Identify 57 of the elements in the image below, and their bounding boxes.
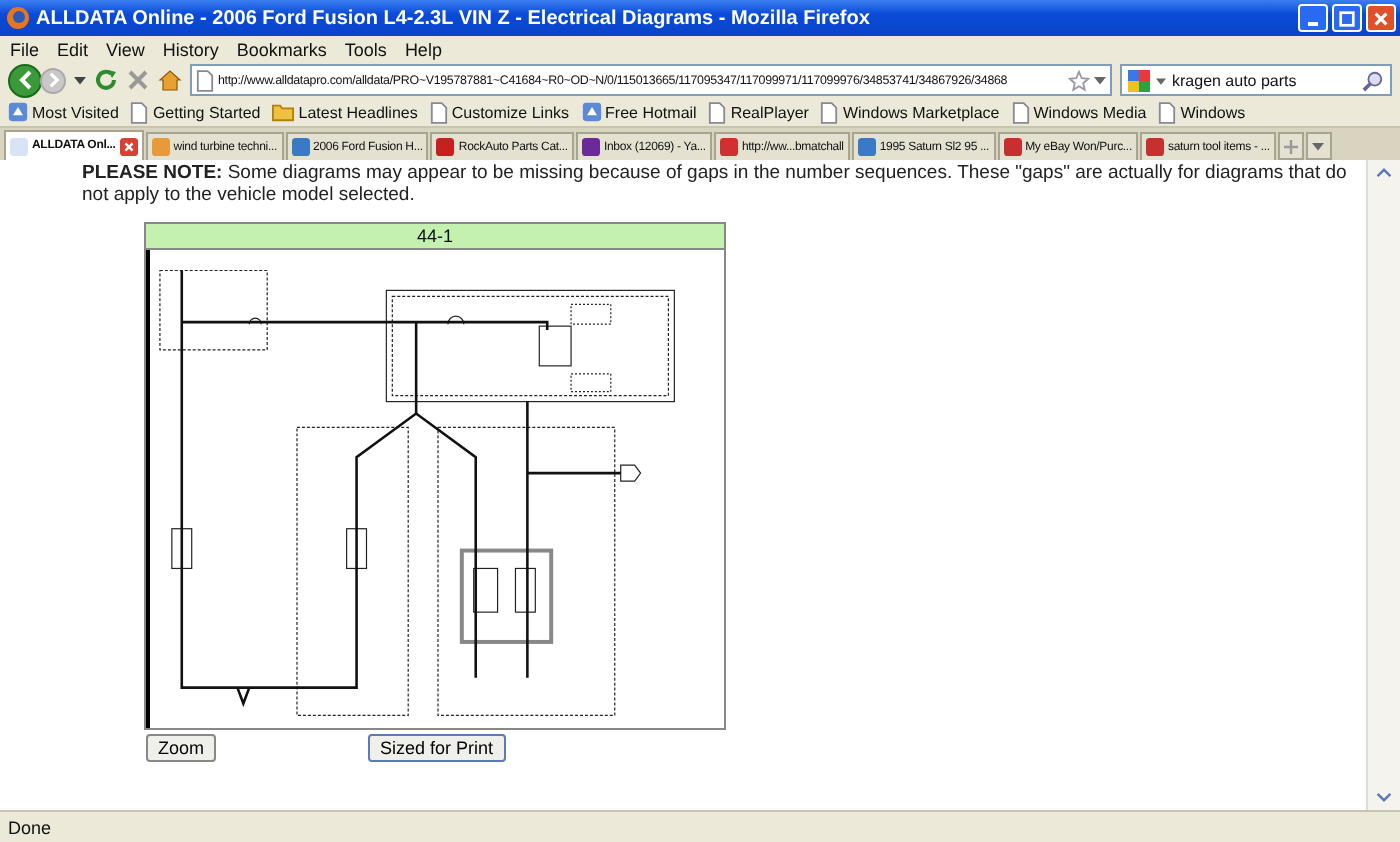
page-icon: [820, 101, 839, 123]
close-icon: [1372, 9, 1390, 27]
page-icon: [1158, 101, 1177, 123]
close-button[interactable]: [1366, 4, 1396, 32]
bookmark-link[interactable]: Customize Links: [451, 103, 570, 121]
scroll-down-icon[interactable]: [1376, 792, 1392, 802]
star-icon[interactable]: [1068, 69, 1090, 91]
window-title: ALLDATA Online - 2006 Ford Fusion L4-2.3L VIN Z - Electrical Diagrams - Mozilla Firefox: [36, 7, 872, 29]
menu-item[interactable]: Help: [404, 39, 442, 59]
home-icon[interactable]: [158, 68, 182, 92]
bookmark-link[interactable]: Free Hotmail: [605, 103, 697, 121]
reload-icon[interactable]: [94, 68, 118, 92]
plus-icon: [1283, 139, 1298, 153]
menu-item[interactable]: Tools: [344, 39, 387, 59]
bookmark-link[interactable]: Windows Marketplace: [842, 103, 1000, 121]
dropdown-icon[interactable]: [1094, 74, 1106, 86]
back-button[interactable]: [8, 63, 42, 97]
page-button[interactable]: Sized for Print: [368, 734, 506, 762]
menu-item[interactable]: History: [162, 39, 219, 59]
notice-text: PLEASE NOTE: Some diagrams may appear to be missing because of gaps in the number sequences. These "gaps" are actually for diagrams that do not apply to the vehicle model selected.: [82, 162, 1349, 206]
status-text: Done: [8, 817, 52, 837]
dropdown-icon[interactable]: [74, 74, 86, 86]
diagram-title: 44-1: [146, 224, 724, 250]
dropdown-icon: [1312, 140, 1325, 152]
folder-icon: [272, 102, 295, 122]
page-icon: [708, 101, 727, 123]
page-button[interactable]: Zoom: [146, 734, 217, 762]
bookmark-link[interactable]: Windows Media: [1033, 103, 1147, 121]
menu-item[interactable]: File: [10, 39, 40, 59]
search-icon[interactable]: [1362, 69, 1384, 91]
menu-item[interactable]: Bookmarks: [236, 39, 327, 59]
page-icon: [196, 69, 214, 91]
maximize-icon: [1338, 9, 1356, 27]
dropdown-icon[interactable]: [1156, 75, 1166, 85]
tab-close-icon[interactable]: [119, 137, 138, 155]
page-icon: [130, 101, 149, 123]
maximize-button[interactable]: [1332, 4, 1362, 32]
bookmark-link[interactable]: RealPlayer: [730, 103, 809, 121]
page-icon: [429, 101, 448, 123]
stop-icon[interactable]: [126, 68, 150, 92]
search-engine-icon[interactable]: [1128, 69, 1150, 91]
bookmark-link[interactable]: Latest Headlines: [298, 103, 418, 121]
scrollbar[interactable]: [1366, 160, 1400, 810]
search-field[interactable]: kragen auto parts: [1120, 64, 1392, 96]
bookmark-icon: [8, 102, 28, 122]
tab-list-button[interactable]: [1305, 132, 1332, 160]
minimize-button[interactable]: [1298, 4, 1328, 32]
page-icon: [1011, 101, 1030, 123]
bookmark-link[interactable]: Most Visited: [32, 103, 119, 121]
firefox-icon: [6, 6, 30, 30]
bookmark-link[interactable]: Windows: [1180, 103, 1246, 121]
bookmark-link[interactable]: Getting Started: [152, 103, 261, 121]
minimize-icon: [1308, 22, 1318, 26]
menu-item[interactable]: View: [106, 39, 145, 59]
scroll-up-icon[interactable]: [1376, 168, 1392, 178]
menu-item[interactable]: Edit: [57, 39, 89, 59]
bookmark-icon: [581, 102, 602, 122]
